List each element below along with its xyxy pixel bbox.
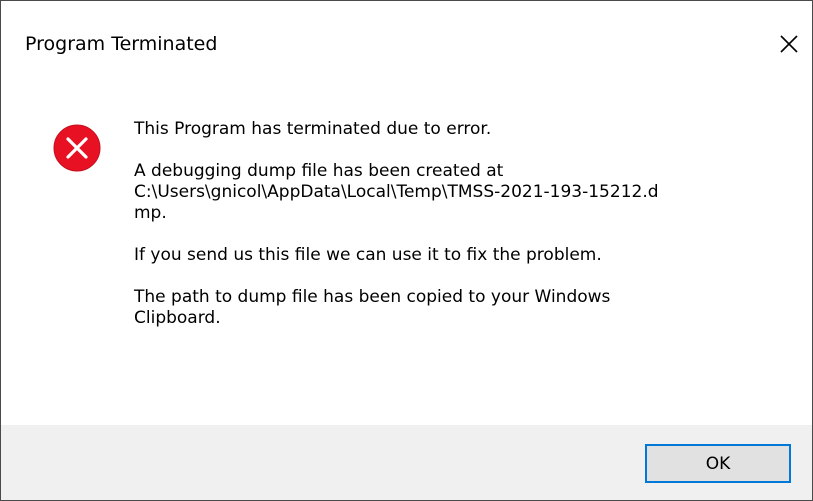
dialog-content: This Program has terminated due to error… bbox=[1, 89, 812, 425]
dialog-window: Program Terminated This Program has term… bbox=[0, 0, 813, 501]
close-icon bbox=[780, 35, 798, 53]
close-button[interactable] bbox=[766, 21, 812, 67]
message-send-file: If you send us this file we can use it t… bbox=[134, 245, 602, 265]
error-icon bbox=[53, 124, 101, 172]
ok-button[interactable]: OK bbox=[645, 444, 791, 483]
error-message: This Program has terminated due to error… bbox=[134, 119, 774, 350]
title-bar: Program Terminated bbox=[1, 1, 812, 89]
message-line-terminated: This Program has terminated due to error… bbox=[134, 119, 492, 139]
message-clipboard: The path to dump file has been copied to… bbox=[134, 287, 611, 328]
dialog-footer: OK bbox=[1, 425, 812, 500]
dialog-title: Program Terminated bbox=[25, 33, 218, 55]
message-dump-path: A debugging dump file has been created a… bbox=[134, 161, 659, 223]
